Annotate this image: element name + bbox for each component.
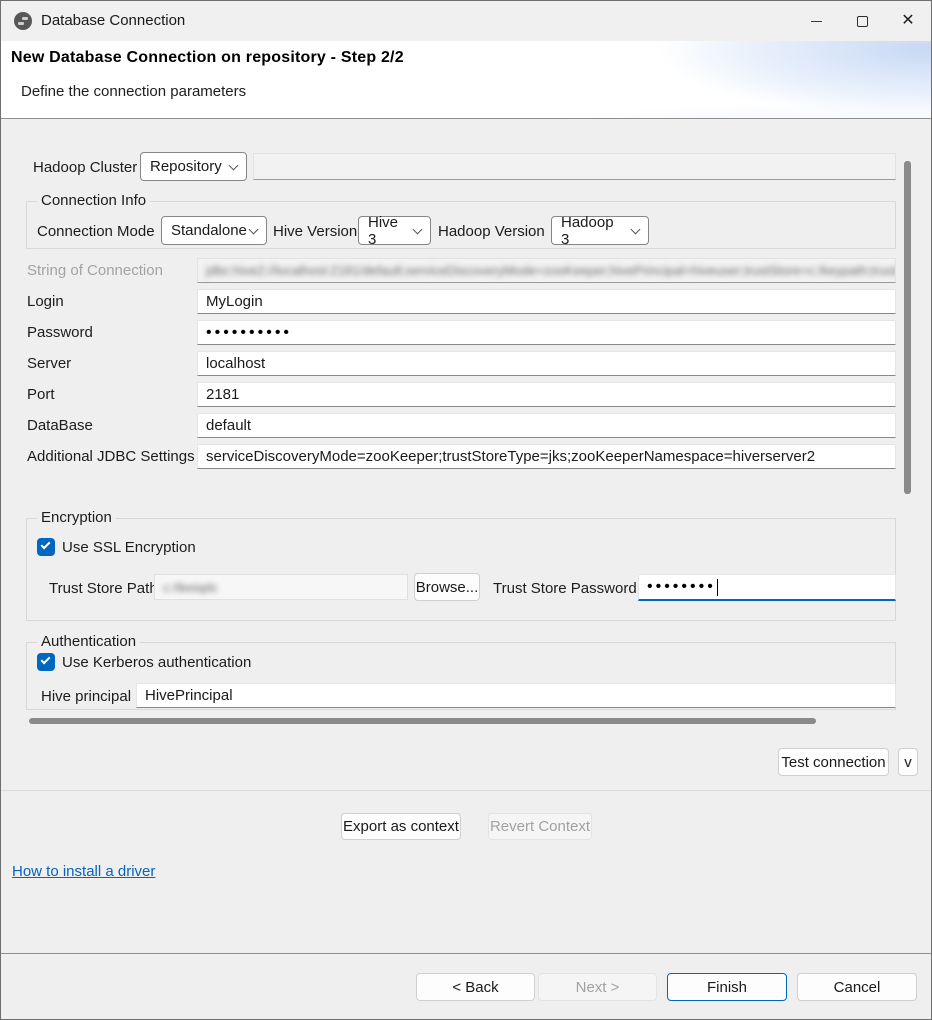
authentication-group-label: Authentication [37,633,140,650]
trust-store-path-value: c:/tkeiqdc [163,580,218,595]
horizontal-scrollbar[interactable] [29,718,816,724]
port-label: Port [27,386,55,403]
finish-button[interactable]: Finish [667,973,787,1001]
login-value: MyLogin [206,293,263,310]
server-label: Server [27,355,71,372]
server-field[interactable]: localhost [197,351,896,376]
connection-mode-label: Connection Mode [37,223,155,240]
wizard-header: New Database Connection on repository - … [1,41,931,118]
hadoop-cluster-value: Repository [150,158,222,175]
database-connection-window: Database Connection ✕ New Database Conne… [0,0,932,1020]
revert-context-button[interactable]: Revert Context [488,813,592,840]
connection-info-group-label: Connection Info [37,192,150,209]
database-field[interactable]: default [197,413,896,438]
trust-store-path-label: Trust Store Path [49,580,158,597]
vertical-scrollbar[interactable] [904,161,911,494]
hive-principal-field[interactable]: HivePrincipal [136,683,896,708]
revert-context-label: Revert Context [490,818,590,835]
hive-version-dropdown[interactable]: Hive 3 [358,216,431,245]
cancel-button-label: Cancel [834,979,881,996]
minimize-button[interactable] [793,1,839,41]
hadoop-cluster-label: Hadoop Cluster [33,159,137,176]
finish-button-label: Finish [707,979,747,996]
cancel-button[interactable]: Cancel [797,973,917,1001]
use-ssl-checkbox[interactable] [37,538,55,556]
export-as-context-label: Export as context [343,818,459,835]
connection-mode-dropdown[interactable]: Standalone [161,216,267,245]
login-label: Login [27,293,64,310]
expand-button-label: v [904,754,912,771]
title-bar: Database Connection ✕ [1,1,931,41]
password-value: •••••••••• [206,324,292,342]
hadoop-version-value: Hadoop 3 [561,214,622,248]
chevron-down-icon [229,161,239,171]
database-value: default [206,417,251,434]
jdbc-settings-value: serviceDiscoveryMode=zooKeeper;trustStor… [206,448,815,465]
test-connection-button[interactable]: Test connection [778,748,889,776]
next-button-label: Next > [576,979,620,996]
app-logo-icon [14,12,32,30]
checkmark-icon [41,655,51,665]
how-to-install-driver-link[interactable]: How to install a driver [12,863,155,880]
text-cursor [717,579,719,596]
minimize-icon [811,21,822,22]
trust-store-password-field[interactable]: •••••••• [638,574,896,601]
hadoop-cluster-dropdown[interactable]: Repository [140,152,247,181]
next-button[interactable]: Next > [538,973,657,1001]
encryption-group: Encryption [26,518,896,621]
window-title: Database Connection [41,12,185,29]
browse-button-label: Browse... [416,579,479,596]
trust-store-password-label: Trust Store Password [493,580,637,597]
hadoop-cluster-detail-field [253,153,896,180]
page-subtitle: Define the connection parameters [21,83,246,100]
page-title: New Database Connection on repository - … [11,49,404,67]
jdbc-settings-field[interactable]: serviceDiscoveryMode=zooKeeper;trustStor… [197,444,896,469]
chevron-down-icon [631,225,641,235]
section-divider [1,790,931,791]
test-connection-expand-button[interactable]: v [898,748,918,776]
trust-store-path-field[interactable]: c:/tkeiqdc [154,574,408,600]
trust-store-password-value: •••••••• [647,578,716,596]
login-field[interactable]: MyLogin [197,289,896,314]
use-ssl-label: Use SSL Encryption [62,539,196,556]
back-button[interactable]: < Back [416,973,535,1001]
use-kerberos-label: Use Kerberos authentication [62,654,251,671]
string-of-connection-label: String of Connection [27,262,163,279]
header-gradient [371,41,931,118]
connection-mode-value: Standalone [171,222,247,239]
maximize-button[interactable] [839,1,885,41]
footer-divider [1,953,931,954]
close-icon: ✕ [901,13,914,29]
browse-button[interactable]: Browse... [414,573,480,601]
server-value: localhost [206,355,265,372]
hive-principal-label: Hive principal [41,688,131,705]
string-of-connection-field: jdbc:hive2://localhost:2181/default;serv… [197,258,896,283]
maximize-icon [857,16,868,27]
hadoop-version-label: Hadoop Version [438,223,545,240]
hive-principal-value: HivePrincipal [145,687,233,704]
hadoop-version-dropdown[interactable]: Hadoop 3 [551,216,649,245]
back-button-label: < Back [452,979,498,996]
password-label: Password [27,324,93,341]
header-divider [1,118,931,119]
chevron-down-icon [413,225,423,235]
jdbc-settings-label: Additional JDBC Settings [27,448,195,465]
test-connection-label: Test connection [781,754,885,771]
database-label: DataBase [27,417,93,434]
hive-version-label: Hive Version [273,223,357,240]
close-button[interactable]: ✕ [885,1,931,41]
port-field[interactable]: 2181 [197,382,896,407]
string-of-connection-value: jdbc:hive2://localhost:2181/default;serv… [206,263,896,278]
password-field[interactable]: •••••••••• [197,320,896,345]
encryption-group-label: Encryption [37,509,116,526]
export-as-context-button[interactable]: Export as context [341,813,461,840]
checkmark-icon [41,540,51,550]
port-value: 2181 [206,386,239,403]
use-kerberos-checkbox[interactable] [37,653,55,671]
chevron-down-icon [249,225,259,235]
hive-version-value: Hive 3 [368,214,404,248]
